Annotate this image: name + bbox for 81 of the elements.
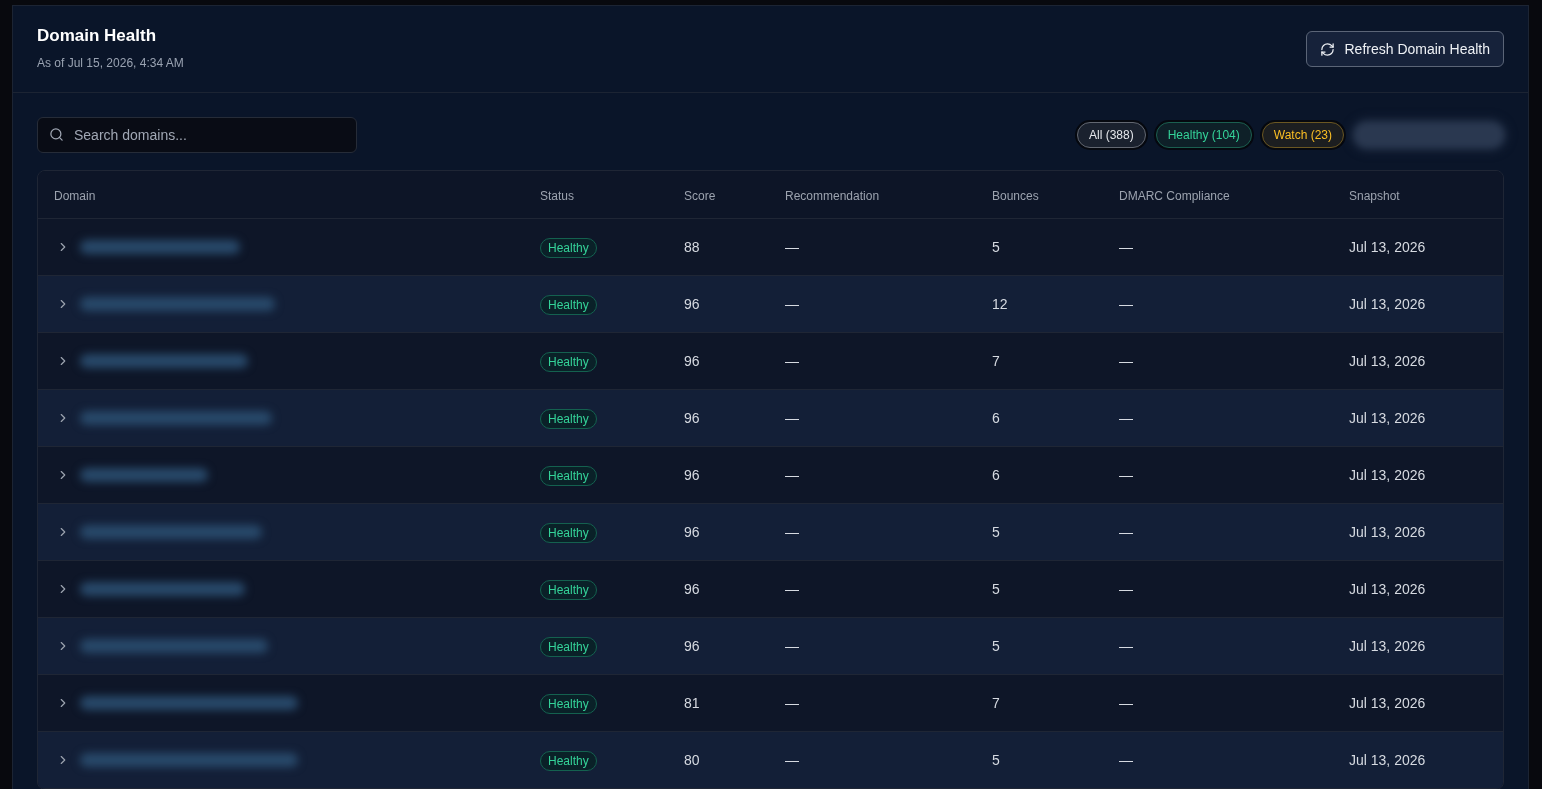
table-cell: 5 [992,239,1000,255]
panel-title: Domain Health [37,27,158,44]
table-cell: — [1119,296,1133,312]
table-cell: — [785,524,799,540]
status-badge: Healthy [540,637,597,657]
table-cell: — [785,695,799,711]
table-cell: — [1119,752,1133,768]
table-header-cell: Status [540,188,575,203]
table-cell: — [785,353,799,369]
table-cell: Jul 13, 2026 [1349,524,1426,540]
table-cell: 7 [992,353,1000,369]
table-cell: 12 [992,296,1008,312]
status-badge: Healthy [540,238,597,258]
table-row[interactable]: Healthy 96 — 5 — Jul 13, 2026 [38,504,1503,561]
table-cell: — [785,410,799,426]
table-cell: Jul 13, 2026 [1349,581,1426,597]
status-badge: Healthy [540,694,597,714]
table-cell: 96 [684,410,700,426]
table-header-cell: DMARC Compliance [1119,188,1230,203]
table-cell: — [1119,410,1133,426]
table-cell: — [785,296,799,312]
table-cell: — [1119,524,1133,540]
table-cell: Jul 13, 2026 [1349,239,1426,255]
table-cell: 5 [992,524,1000,540]
table-header-cell: Recommendation [785,188,880,203]
table-cell: — [785,638,799,654]
status-badge: Healthy [540,352,597,372]
table-cell: Jul 13, 2026 [1349,410,1426,426]
table-cell: — [1119,695,1133,711]
table-cell: — [1119,239,1133,255]
table-cell: 88 [684,239,700,255]
table-cell: 96 [684,524,700,540]
table-cell: — [785,581,799,597]
table-cell: — [1119,467,1133,483]
table-header-cell: Score [684,188,716,203]
status-badge: Healthy [540,295,597,315]
table-header-cell: Domain [54,188,96,203]
table-cell: — [1119,581,1133,597]
refresh-icon [1320,41,1336,57]
table-cell: 5 [992,638,1000,654]
status-badge: Healthy [540,523,597,543]
status-badge: Healthy [540,466,597,486]
table-cell: 6 [992,467,1000,483]
table-cell: — [785,467,799,483]
table-cell: 7 [992,695,1000,711]
table-cell: Jul 13, 2026 [1349,353,1426,369]
filter-chip[interactable]: All (388) [1077,122,1146,148]
filter-chip[interactable]: Healthy (104) [1155,122,1252,148]
table-cell: Jul 13, 2026 [1349,467,1426,483]
table-row[interactable]: Healthy 96 — 12 — Jul 13, 2026 [38,276,1503,333]
table-cell: 6 [992,410,1000,426]
table-cell: 96 [684,467,700,483]
table-cell: 96 [684,581,700,597]
table-cell: — [1119,638,1133,654]
panel-subtitle: As of Jul 15, 2026, 4:34 AM [37,57,184,69]
table-cell: 96 [684,638,700,654]
table-cell: 96 [684,353,700,369]
table-cell: — [785,752,799,768]
table-row[interactable]: Healthy 96 — 5 — Jul 13, 2026 [38,618,1503,675]
refresh-button[interactable]: Refresh Domain Health [1306,31,1504,67]
table-cell: Jul 13, 2026 [1349,752,1426,768]
table-cell: — [1119,353,1133,369]
table-cell: 96 [684,296,700,312]
search-icon [49,127,64,142]
table-row[interactable]: Healthy 96 — 6 — Jul 13, 2026 [38,390,1503,447]
search-field[interactable]: Search domains... [37,117,357,153]
filter-chip[interactable]: Watch (23) [1261,122,1344,148]
table-cell: 5 [992,581,1000,597]
status-badge: Healthy [540,751,597,771]
table-cell: 5 [992,752,1000,768]
status-badge: Healthy [540,409,597,429]
table-row[interactable]: Healthy 80 — 5 — Jul 13, 2026 [38,732,1503,789]
table-cell: 80 [684,752,700,768]
table-cell: Jul 13, 2026 [1349,296,1426,312]
status-badge: Healthy [540,580,597,600]
table-cell: Jul 13, 2026 [1349,638,1426,654]
table-cell: — [785,239,799,255]
table-header-cell: Bounces [992,188,1039,203]
table-cell: 81 [684,695,700,711]
table-header-cell: Snapshot [1349,188,1400,203]
table-cell: Jul 13, 2026 [1349,695,1426,711]
